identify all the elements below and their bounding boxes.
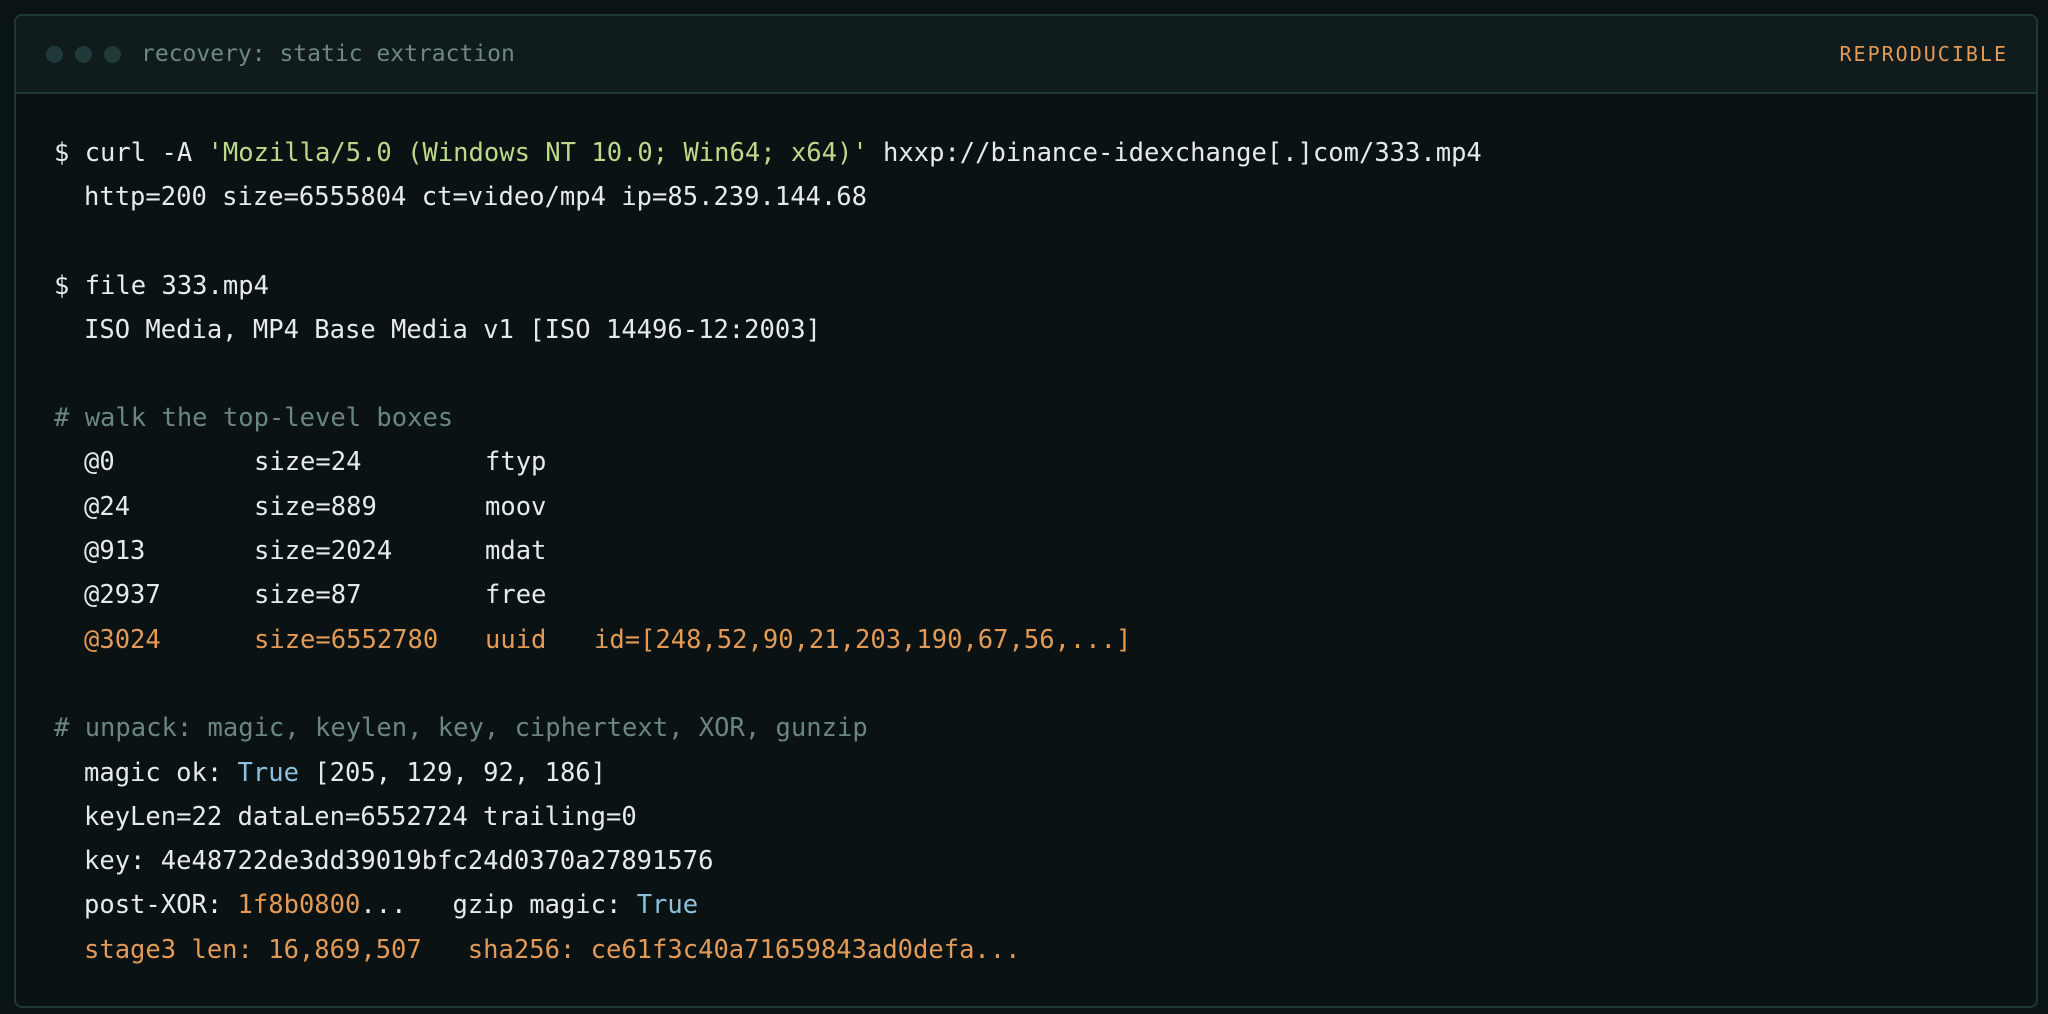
boxes-comment: # walk the top-level boxes xyxy=(54,403,454,433)
magic-label: magic ok: xyxy=(84,758,238,788)
postxor-value: 1f8b0800 xyxy=(237,890,361,920)
window-dot-maximize[interactable] xyxy=(104,45,121,63)
title-bar: recovery: static extraction REPRODUCIBLE xyxy=(16,16,2036,94)
magic-line: magic ok: True [205, 129, 92, 186] xyxy=(84,758,606,788)
postxor-label: post-XOR: xyxy=(84,890,238,920)
user-agent-string: 'Mozilla/5.0 (Windows NT 10.0; Win64; x6… xyxy=(207,138,868,168)
curl-prompt: $ curl -A xyxy=(54,138,208,168)
box-size: size=889 xyxy=(254,492,377,522)
box-type: free xyxy=(485,580,547,610)
stage3-line: stage3 len: 16,869,507 sha256: ce61f3c40… xyxy=(84,935,1021,965)
box-size: size=24 xyxy=(254,447,362,477)
terminal-window: recovery: static extraction REPRODUCIBLE… xyxy=(14,14,2038,1008)
box-size: size=6552780 xyxy=(254,625,439,655)
postxor-line: post-XOR: 1f8b0800... gzip magic: True xyxy=(84,890,698,920)
file-command-line: $ file 333.mp4 xyxy=(54,271,269,301)
box-type: mdat xyxy=(485,536,547,566)
window-title: recovery: static extraction xyxy=(141,41,515,67)
box-offset: @3024 xyxy=(84,625,161,655)
box-offset: @2937 xyxy=(84,580,161,610)
box-type: ftyp xyxy=(485,447,547,477)
box-type: moov xyxy=(485,492,547,522)
unpack-comment: # unpack: magic, keylen, key, ciphertext… xyxy=(54,713,868,743)
key-line: key: 4e48722de3dd39019bfc24d0370a2789157… xyxy=(84,846,714,876)
window-dot-close[interactable] xyxy=(46,45,63,63)
magic-value: True xyxy=(237,758,299,788)
box-size: size=2024 xyxy=(254,536,393,566)
box-offset: @24 xyxy=(84,492,131,522)
curl-output-line: http=200 size=6555804 ct=video/mp4 ip=85… xyxy=(84,182,867,212)
gzip-value: True xyxy=(636,890,699,920)
window-dot-minimize[interactable] xyxy=(75,45,92,63)
curl-url: hxxp://binance-idexchange[.]com/333.mp4 xyxy=(867,138,1482,168)
box-uuid-id: id=[248,52,90,21,203,190,67,56,...] xyxy=(594,625,1132,655)
postxor-rest: ... gzip magic: xyxy=(360,890,637,920)
magic-bytes: [205, 129, 92, 186] xyxy=(298,758,606,788)
box-offset: @0 xyxy=(84,447,115,477)
reproducible-badge: REPRODUCIBLE xyxy=(1839,42,2008,66)
file-output-line: ISO Media, MP4 Base Media v1 [ISO 14496-… xyxy=(84,315,821,345)
lengths-line: keyLen=22 dataLen=6552724 trailing=0 xyxy=(84,802,637,832)
box-type: uuid xyxy=(485,625,547,655)
box-size: size=87 xyxy=(254,580,362,610)
curl-command-line: $ curl -A 'Mozilla/5.0 (Windows NT 10.0;… xyxy=(54,138,1482,168)
box-offset: @913 xyxy=(84,536,146,566)
